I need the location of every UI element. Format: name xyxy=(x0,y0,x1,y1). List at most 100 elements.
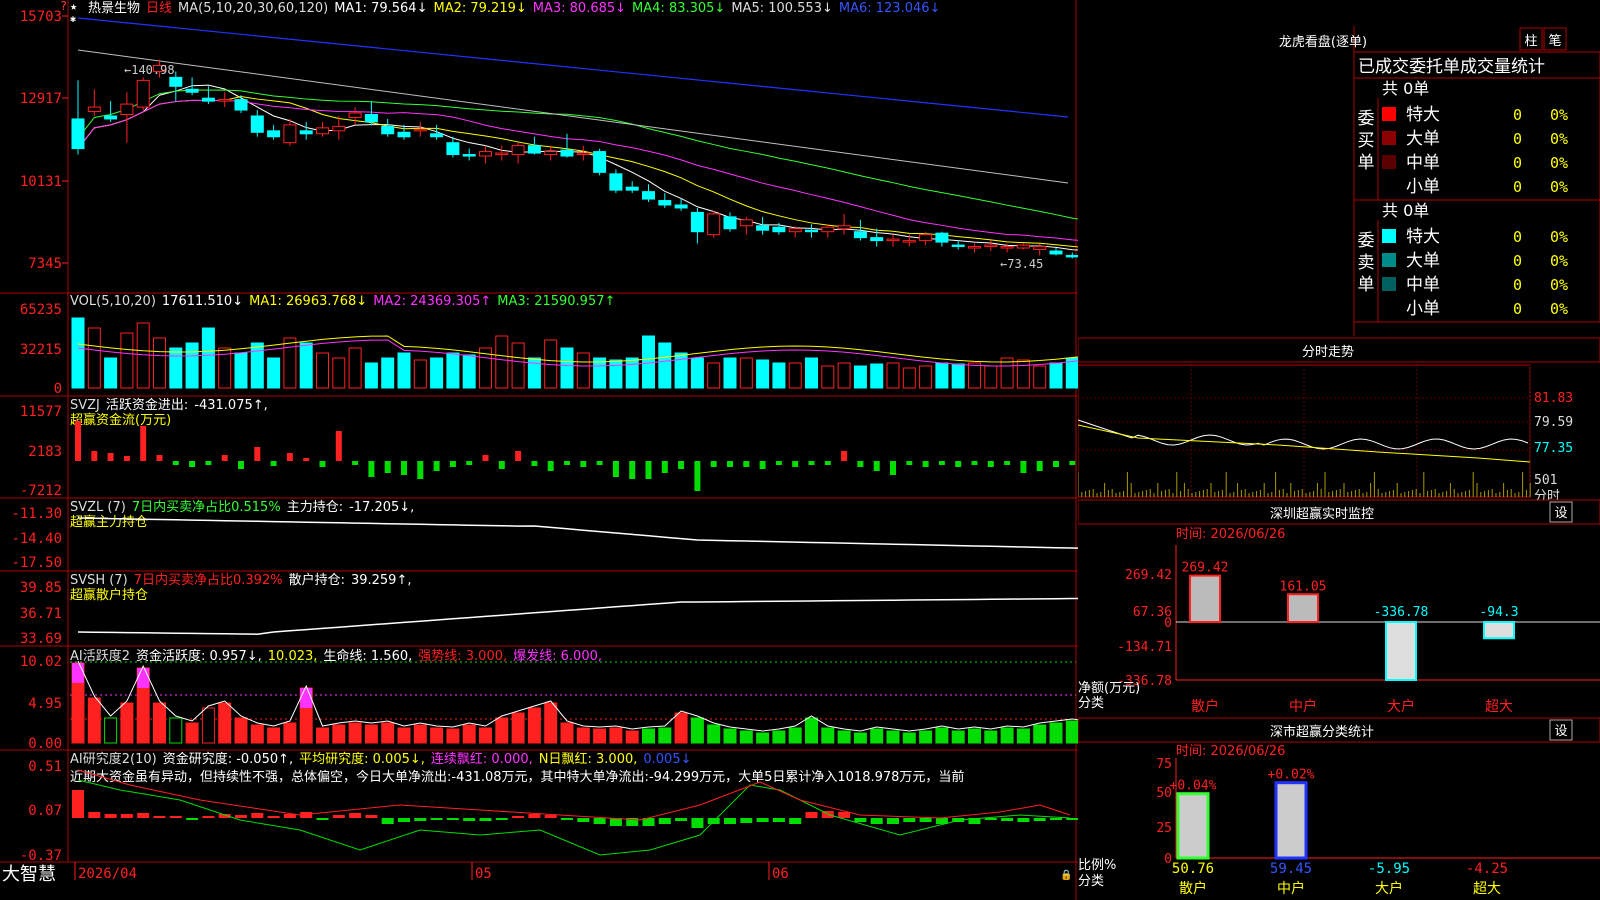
ai2-bar xyxy=(398,818,410,822)
lock-icon[interactable]: 🔒 xyxy=(1060,869,1072,881)
svzj-bar xyxy=(401,461,407,475)
sell-row-pct: 0% xyxy=(1550,228,1568,246)
vol-bar xyxy=(511,342,525,389)
class-bar-label: 50.76 xyxy=(1172,861,1214,877)
candle xyxy=(821,226,835,233)
class-bar-top-label: +0.04% xyxy=(1170,779,1217,794)
candle xyxy=(316,127,329,135)
class-settings-label[interactable]: 设 xyxy=(1554,724,1567,739)
svzj-axis-label: 2183 xyxy=(28,444,62,460)
candle xyxy=(707,213,721,236)
ai1-burst-bar xyxy=(300,688,313,708)
trend-axis-label: 77.35 xyxy=(1534,441,1573,456)
vol-bar xyxy=(984,365,998,389)
ai2-bar xyxy=(120,814,133,818)
candle xyxy=(625,186,639,191)
ai2-bar xyxy=(479,818,492,821)
svzj-bar xyxy=(449,461,456,467)
vol-bar xyxy=(788,362,802,389)
price-header-1: 日线 xyxy=(146,1,172,16)
svzl-axis-label: -14.40 xyxy=(11,531,62,547)
lhb-title: 龙虎看盘(逐单) xyxy=(1279,34,1367,50)
ai1-bar xyxy=(332,724,346,744)
ma6-line xyxy=(77,17,1069,118)
candle xyxy=(234,99,248,111)
candle xyxy=(104,115,118,120)
monitor-axis-label: -134.71 xyxy=(1117,640,1172,655)
favorite-star-icon[interactable]: ★ xyxy=(70,0,77,13)
zhu-button-label[interactable]: 柱 xyxy=(1524,34,1537,49)
ai1-bar xyxy=(120,702,134,744)
class-bar xyxy=(1176,792,1210,860)
ai1-burst-bar xyxy=(72,663,84,683)
candle xyxy=(120,103,134,115)
vol-bar xyxy=(430,357,444,389)
ai1-bar xyxy=(316,727,329,744)
candle xyxy=(984,244,998,248)
svzl-line xyxy=(77,517,1078,549)
candle xyxy=(364,113,378,123)
ai2-bar xyxy=(251,813,264,818)
ai2-bar xyxy=(838,812,851,818)
ai2-bar xyxy=(512,816,525,818)
ai1-bar xyxy=(723,728,737,744)
svzj-bar xyxy=(91,451,98,461)
vol-bar xyxy=(821,365,835,389)
candle xyxy=(430,133,444,138)
ai2-axis-label: -0.37 xyxy=(20,848,62,864)
ai2-bar xyxy=(235,815,247,818)
ai1-axis-label: 4.95 xyxy=(28,696,62,712)
ai2-bar xyxy=(88,812,101,818)
price-header-4: MA2: 79.219↓ xyxy=(433,1,526,16)
vol-bar xyxy=(609,359,623,389)
ai1-bar xyxy=(250,724,264,744)
trend-axis-label: 79.59 xyxy=(1534,415,1573,430)
buy-row-pct: 0% xyxy=(1550,178,1568,196)
buy-row-pct: 0% xyxy=(1550,154,1568,172)
candle xyxy=(1016,244,1030,249)
vol-bar xyxy=(1049,362,1063,389)
ai2-bar xyxy=(186,818,199,820)
ai2-bar xyxy=(561,818,573,820)
ai1-bar xyxy=(886,730,900,744)
vol-bar xyxy=(625,357,639,389)
bi-button-label[interactable]: 笔 xyxy=(1548,33,1561,49)
svzj-bar xyxy=(270,461,277,466)
ai1-bar xyxy=(609,727,623,744)
sell-row-pct: 0% xyxy=(1550,252,1568,270)
ai2-bar xyxy=(805,812,818,818)
vol-bar xyxy=(690,357,704,389)
ai1-bar xyxy=(674,712,688,744)
monitor-bar xyxy=(1189,574,1221,624)
candle xyxy=(902,240,916,243)
vol-bar xyxy=(250,342,264,389)
vol-bar xyxy=(951,363,965,389)
svzj-bar xyxy=(75,421,81,461)
sell-row-value: 0 xyxy=(1513,300,1522,318)
k-line-chart[interactable]: 热景生物 日线 MA(5,10,20,30,60,120) MA1: 79.564↓ M… xyxy=(0,0,1078,900)
buy-legend-swatch xyxy=(1382,179,1396,193)
svzj-bar xyxy=(221,455,228,461)
svzj-bar xyxy=(775,461,782,465)
ai2-bar xyxy=(1017,818,1030,822)
buy-side-char: 买 xyxy=(1358,131,1375,151)
svzj-bar xyxy=(238,461,244,469)
candle xyxy=(462,154,476,157)
ai1-bar xyxy=(381,722,395,744)
buy-row-value: 0 xyxy=(1513,178,1522,196)
vol-bar xyxy=(234,352,248,389)
sell-side-char: 委 xyxy=(1358,231,1375,251)
candle xyxy=(968,246,981,249)
svzl-header-1: 7日内买卖净占比0.515% xyxy=(132,499,281,515)
ai2-bar xyxy=(430,818,443,820)
ma1-line xyxy=(77,84,1078,251)
candle xyxy=(1000,246,1014,249)
candle xyxy=(837,225,851,230)
sell-row-value: 0 xyxy=(1513,276,1522,294)
ai1-axis-label: 0.00 xyxy=(28,736,62,752)
vol-bar xyxy=(935,362,949,389)
svzj-bar xyxy=(531,461,538,466)
svzj-bar xyxy=(466,461,473,465)
monitor-settings-label[interactable]: 设 xyxy=(1554,506,1567,521)
chart-workspace[interactable]: 热景生物 日线 MA(5,10,20,30,60,120) MA1: 79.564↓ M… xyxy=(0,0,1078,900)
